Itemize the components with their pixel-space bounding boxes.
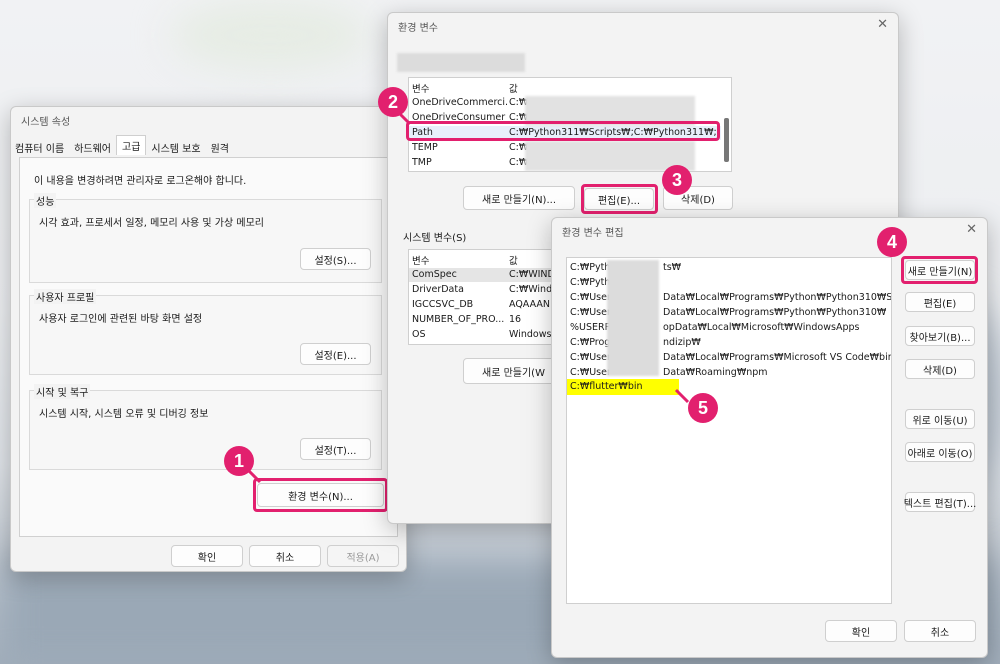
highlight-path-row [406,121,720,141]
arrow-icon [396,110,412,126]
arrow-icon [245,467,262,484]
table-row[interactable]: DriverData C:₩Windo [409,283,567,297]
tab-advanced[interactable]: 고급 [116,135,147,155]
apply-button[interactable]: 적용(A) [327,545,399,567]
user-profile-settings-button[interactable]: 설정(E)... [300,343,371,365]
arrow-icon [674,388,690,404]
edit-text-button[interactable]: 텍스트 편집(T)... [904,492,976,512]
highlight-env-button [253,478,388,512]
system-variables-list[interactable]: 변수 값 ComSpec C:₩WIND DriverData C:₩Windo IG… [408,249,568,345]
move-down-button[interactable]: 아래로 이동(O) [905,442,975,462]
list-item[interactable]: %USERP opData₩Local₩Microsoft₩WindowsApps [570,322,859,336]
list-header: 변수 값 [412,256,518,267]
startup-recovery-description: 시스템 시작, 시스템 오류 및 디버깅 정보 [39,409,209,420]
group-label: 사용자 프로필 [34,289,97,304]
background-blur [170,0,370,70]
highlight-new-button [901,256,978,284]
performance-settings-button[interactable]: 설정(S)... [300,248,371,270]
group-label: 시작 및 복구 [34,384,91,399]
window-title: 환경 변수 편집 [562,228,624,239]
table-row[interactable]: ComSpec C:₩WIND [409,268,567,282]
table-row[interactable]: IGCCSVC_DB AQAAAN [409,298,567,312]
redacted-paths [607,260,659,376]
step-badge-4: 4 [877,227,907,257]
tab-remote[interactable]: 원격 [206,138,234,155]
cancel-button[interactable]: 취소 [249,545,321,567]
performance-group: 성능 [29,193,382,283]
close-icon[interactable]: ✕ [877,17,888,32]
tab-system-protection[interactable]: 시스템 보호 [146,138,205,155]
tab-computer-name[interactable]: 컴퓨터 이름 [10,138,69,155]
list-item[interactable]: C:₩User Data₩Local₩Programs₩Python₩Python… [570,307,886,321]
list-item[interactable]: C:₩Pyth [570,277,610,291]
list-item[interactable]: C:₩Prog ndizip₩ [570,337,701,351]
table-row[interactable]: OS Windows_ [409,328,567,342]
ok-button[interactable]: 확인 [171,545,243,567]
redacted-username [397,53,525,72]
window-title: 시스템 속성 [21,117,71,128]
browse-button[interactable]: 찾아보기(B)... [905,326,975,346]
table-row[interactable]: NUMBER_OF_PRO... 16 [409,313,567,327]
tab-hardware[interactable]: 하드웨어 [69,138,116,155]
system-variables-label: 시스템 변수(S) [403,233,467,244]
path-list[interactable]: C:₩Pyth ts₩ C:₩Pyth C:₩User Data₩Local₩Pro… [566,257,892,604]
list-item[interactable]: C:₩User Data₩Local₩Programs₩Microsoft VS … [570,352,891,366]
list-item[interactable]: C:₩User Data₩Local₩Programs₩Python₩Python… [570,292,891,306]
user-profile-description: 사용자 로그인에 관련된 바탕 화면 설정 [39,314,203,325]
step-badge-3: 3 [662,165,692,195]
admin-notice: 이 내용을 변경하려면 관리자로 로그온해야 합니다. [34,176,247,187]
user-new-button[interactable]: 새로 만들기(N)... [463,186,575,210]
highlight-edit-button [581,184,658,214]
group-label: 성능 [34,193,57,208]
list-item[interactable]: C:₩Pyth ts₩ [570,262,681,276]
cancel-button[interactable]: 취소 [904,620,976,642]
tab-bar: 컴퓨터 이름 하드웨어 고급 시스템 보호 원격 [10,135,234,155]
delete-path-button[interactable]: 삭제(D) [905,359,975,379]
startup-recovery-settings-button[interactable]: 설정(T)... [300,438,371,460]
performance-description: 시각 효과, 프로세서 일정, 메모리 사용 및 가상 메모리 [39,218,264,229]
ok-button[interactable]: 확인 [825,620,897,642]
window-title: 환경 변수 [398,23,438,34]
edit-path-button[interactable]: 편집(E) [905,292,975,312]
close-icon[interactable]: ✕ [966,222,977,237]
move-up-button[interactable]: 위로 이동(U) [905,409,975,429]
scrollbar[interactable] [724,118,729,162]
new-path-item[interactable]: C:₩flutter₩bin [567,379,679,395]
system-new-button[interactable]: 새로 만들기(W [463,358,563,384]
list-header: 변수 값 [412,84,518,95]
